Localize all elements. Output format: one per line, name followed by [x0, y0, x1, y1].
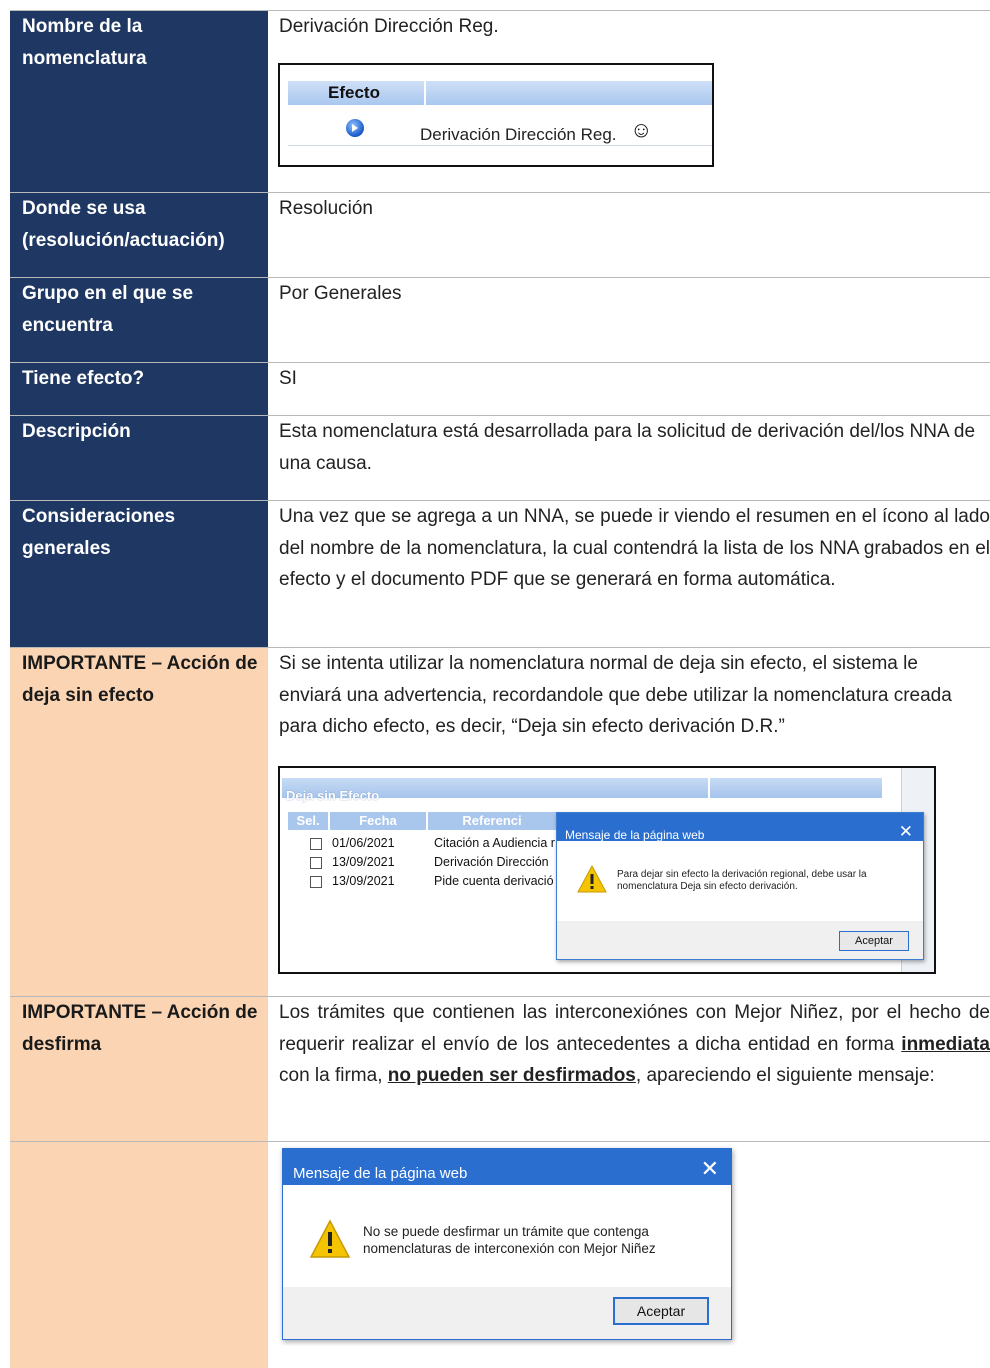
row-tiene-efecto: Tiene efecto? SI [10, 362, 990, 415]
warning-icon [577, 865, 607, 893]
row-checkbox[interactable] [310, 857, 322, 869]
dialog-message: No se puede desfirmar un trámite que con… [363, 1224, 656, 1256]
deja-sin-efecto-screenshot: Deja sin Efecto Sel. Fecha Referenci 01/… [278, 766, 936, 974]
row-referencia: Citación a Audiencia r [434, 836, 555, 850]
row-fecha: 01/06/2021 [332, 836, 395, 850]
efecto-header: Efecto [288, 81, 712, 105]
row-descripcion: Descripción Esta nomenclatura está desar… [10, 415, 990, 500]
row-value-cell: Los trámites que contienen las intercone… [268, 997, 990, 1141]
dialog-footer: Aceptar [557, 921, 923, 959]
row-nombre: Nombre de la nomenclatura Derivación Dir… [10, 10, 990, 192]
row-label: Nombre de la nomenclatura [10, 11, 268, 192]
row-value: Esta nomenclatura está desarrollada para… [279, 421, 976, 474]
row-value-cell: Si se intenta utilizar la nomenclatura n… [268, 648, 990, 996]
dialog-title: Mensaje de la página web [293, 1165, 468, 1182]
row-fecha: 13/09/2021 [332, 874, 395, 888]
text-part: , apareciendo el siguiente mensaje: [635, 1065, 935, 1087]
dialog-title-bar: Mensaje de la página web ✕ [557, 813, 923, 842]
accept-button[interactable]: Aceptar [839, 931, 909, 951]
dialog-footer: Aceptar [283, 1287, 731, 1339]
row-referencia: Derivación Dirección [434, 855, 549, 869]
dialog-message: Para dejar sin efecto la derivación regi… [617, 869, 867, 892]
row-label-empty [10, 1142, 268, 1368]
row-value: Por Generales [279, 283, 402, 304]
row-checkbox[interactable] [310, 876, 322, 888]
row-value-cell: SI [268, 363, 990, 415]
desfirma-screenshot: Mensaje de la página web ✕ No se puede d… [278, 1142, 738, 1346]
row-label: Tiene efecto? [10, 363, 268, 415]
col-header-fecha: Fecha [330, 812, 426, 830]
warning-icon [309, 1219, 351, 1258]
text-part: Los trámites que contienen las intercone… [279, 1002, 990, 1055]
row-value: SI [279, 368, 297, 389]
row-label: Consideraciones generales [10, 501, 268, 647]
dialog-title-bar: Mensaje de la página web ✕ [283, 1149, 731, 1185]
row-value: Una vez que se agrega a un NNA, se puede… [279, 506, 990, 591]
row-grupo: Grupo en el que se encuentra Por General… [10, 277, 990, 362]
efecto-screenshot: Efecto Derivación Dirección Reg. ☺ [278, 63, 714, 167]
row-label: Donde se usa (resolución/actuación) [10, 193, 268, 277]
nomenclature-table: Nombre de la nomenclatura Derivación Dir… [10, 10, 990, 1368]
panel-title-bar: Deja sin Efecto [282, 778, 882, 803]
underlined-text: no pueden ser desfirmados [387, 1065, 636, 1087]
row-desfirma-screenshot: Mensaje de la página web ✕ No se puede d… [10, 1141, 990, 1368]
col-header-sel: Sel. [288, 812, 328, 830]
row-value-cell: Una vez que se agrega a un NNA, se puede… [268, 501, 990, 647]
row-label: IMPORTANTE – Acción de deja sin efecto [10, 648, 268, 996]
row-checkbox[interactable] [310, 838, 322, 850]
row-value: Si se intenta utilizar la nomenclatura n… [279, 653, 952, 738]
close-icon[interactable]: ✕ [701, 1153, 719, 1185]
table-row[interactable]: 13/09/2021 Derivación Dirección [288, 853, 558, 871]
table-row[interactable]: 13/09/2021 Pide cuenta derivació [288, 872, 558, 890]
row-value-cell: Esta nomenclatura está desarrollada para… [268, 416, 990, 500]
row-value: Derivación Dirección Reg. [279, 16, 499, 37]
accept-button[interactable]: Aceptar [613, 1297, 709, 1325]
row-value-cell: Resolución [268, 193, 990, 277]
dialog-title: Mensaje de la página web [565, 828, 705, 842]
row-referencia: Pide cuenta derivació [434, 874, 554, 888]
row-fecha: 13/09/2021 [332, 855, 395, 869]
underlined-text: inmediata [901, 1033, 990, 1055]
panel-title: Deja sin Efecto [286, 788, 380, 803]
close-icon[interactable]: ✕ [899, 816, 913, 848]
row-label: Grupo en el que se encuentra [10, 278, 268, 362]
row-value-cell: Mensaje de la página web ✕ No se puede d… [268, 1142, 990, 1368]
table-row[interactable]: 01/06/2021 Citación a Audiencia r [288, 834, 558, 852]
row-consideraciones: Consideraciones generales Una vez que se… [10, 500, 990, 647]
row-value-cell: Derivación Dirección Reg. Efecto Derivac… [268, 11, 990, 192]
warning-dialog: Mensaje de la página web ✕ No se puede d… [282, 1148, 732, 1340]
text-part: con la firma, [279, 1065, 388, 1087]
row-label: IMPORTANTE – Acción de desfirma [10, 997, 268, 1141]
row-deja-sin-efecto: IMPORTANTE – Acción de deja sin efecto S… [10, 647, 990, 996]
row-value: Resolución [279, 198, 373, 219]
panel-separator [708, 778, 710, 798]
play-icon [346, 119, 364, 137]
efecto-row: Derivación Dirección Reg. ☺ [288, 111, 712, 146]
row-value: Los trámites que contienen las intercone… [279, 997, 990, 1092]
efecto-row-text: Derivación Dirección Reg. [420, 125, 617, 144]
row-label: Descripción [10, 416, 268, 500]
efecto-header-label: Efecto [288, 81, 426, 105]
warning-dialog: Mensaje de la página web ✕ Para dejar si… [556, 812, 924, 960]
row-value-cell: Por Generales [268, 278, 990, 362]
smiley-icon: ☺ [630, 117, 653, 142]
row-donde: Donde se usa (resolución/actuación) Reso… [10, 192, 990, 277]
row-desfirma: IMPORTANTE – Acción de desfirma Los trám… [10, 996, 990, 1141]
col-header-referencia: Referenci [428, 812, 556, 830]
